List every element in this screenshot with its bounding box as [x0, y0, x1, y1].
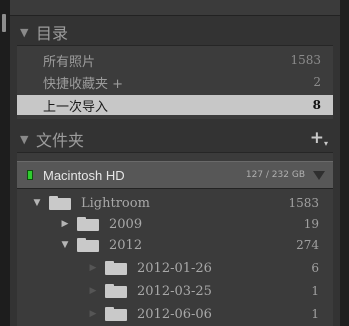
- folder-count: 1583: [288, 196, 319, 210]
- folder-label: 2012-03-25: [137, 283, 212, 299]
- folder-count: 1: [311, 307, 319, 321]
- folder-count: 6: [311, 261, 319, 275]
- folder-count: 274: [296, 238, 319, 252]
- disabled-triangle-icon: ▶: [89, 286, 97, 296]
- pointer-cursor-icon: [254, 318, 268, 326]
- catalog-item-previous-import[interactable]: 上一次导入 8: [17, 95, 333, 115]
- volume-dropdown-icon[interactable]: [313, 170, 325, 180]
- catalog-item-label: 上一次导入: [43, 99, 109, 115]
- folders-list: Macintosh HD 127 / 232 GB ▼ Lightroom 15…: [17, 152, 333, 326]
- expand-triangle-icon[interactable]: ▼: [31, 198, 43, 208]
- volume-name: Macintosh HD: [43, 167, 125, 183]
- catalog-item-count: 8: [312, 98, 321, 112]
- folder-label: 2012: [109, 237, 143, 253]
- folder-row-2012-06-06[interactable]: ▶ 2012-06-06 1: [17, 302, 333, 326]
- folder-row-2012[interactable]: ▼ 2012 274: [17, 233, 333, 257]
- folders-header[interactable]: ▼ 文件夹 +▾: [10, 124, 340, 154]
- catalog-list: 所有照片 1583 快捷收藏夹 + 2 上一次导入 8: [17, 45, 333, 119]
- folder-row-2012-03-25[interactable]: ▶ 2012-03-25 1: [17, 279, 333, 303]
- panel-scrollbar[interactable]: [340, 0, 349, 326]
- folder-row-2012-01-26[interactable]: ▶ 2012-01-26 6: [17, 256, 333, 280]
- folder-label: Lightroom: [81, 195, 150, 211]
- catalog-header[interactable]: ▼ 目录: [10, 17, 340, 47]
- expand-triangle-icon[interactable]: ▼: [59, 240, 71, 250]
- folder-icon: [105, 307, 127, 321]
- volume-status-led-icon: [27, 170, 33, 180]
- folders-title: 文件夹: [36, 131, 85, 150]
- catalog-item-count: 1583: [290, 53, 321, 67]
- volume-macintosh-hd[interactable]: Macintosh HD 127 / 232 GB: [17, 161, 333, 189]
- add-folder-button[interactable]: +▾: [310, 128, 328, 148]
- folder-count: 19: [303, 217, 319, 231]
- disabled-triangle-icon: ▶: [89, 309, 97, 319]
- catalog-title: 目录: [36, 24, 69, 43]
- folder-label: 2012-06-06: [137, 306, 212, 322]
- folder-icon: [77, 238, 99, 252]
- plus-icon: +: [309, 128, 324, 148]
- left-panel-strip: [0, 0, 10, 326]
- expand-triangle-icon[interactable]: ▼: [10, 26, 36, 39]
- catalog-item-label: 快捷收藏夹 +: [43, 76, 124, 92]
- dropdown-caret-icon: ▾: [323, 139, 328, 148]
- catalog-item-label: 所有照片: [43, 54, 96, 70]
- folder-icon: [105, 284, 127, 298]
- folder-label: 2012-01-26: [137, 260, 212, 276]
- panel-collapse-handle[interactable]: [2, 14, 6, 32]
- folder-icon: [105, 261, 127, 275]
- folder-icon: [77, 217, 99, 231]
- catalog-item-quick-collection[interactable]: 快捷收藏夹 + 2: [17, 72, 333, 92]
- disabled-triangle-icon: ▶: [89, 263, 97, 273]
- panel-top-bar: [10, 0, 340, 16]
- catalog-item-count: 2: [313, 75, 321, 89]
- volume-size: 127 / 232 GB: [245, 170, 305, 180]
- expand-triangle-icon[interactable]: ▼: [10, 133, 36, 146]
- collapse-triangle-icon[interactable]: ▶: [59, 219, 71, 229]
- catalog-item-all-photos[interactable]: 所有照片 1583: [17, 50, 333, 70]
- folder-label: 2009: [109, 216, 143, 232]
- folder-icon: [49, 196, 71, 210]
- folder-count: 1: [311, 284, 319, 298]
